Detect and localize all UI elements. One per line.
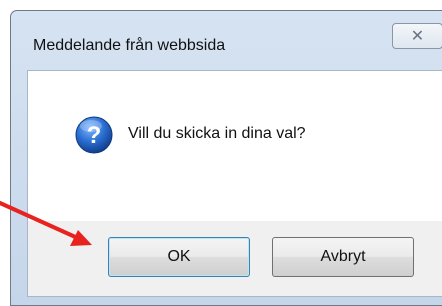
dialog-title: Meddelande från webbsida (33, 37, 226, 54)
cancel-button[interactable]: Avbryt (272, 237, 414, 277)
message-dialog: Meddelande från webbsida ✕ ? Vill du ski… (10, 10, 442, 306)
svg-text:?: ? (87, 122, 102, 149)
cancel-button-label: Avbryt (320, 248, 366, 265)
ok-button-label: OK (167, 248, 191, 265)
close-button[interactable]: ✕ (392, 23, 442, 49)
screenshot-stage: Meddelande från webbsida ✕ ? Vill du ski… (0, 0, 442, 306)
dialog-message: Vill du skicka in dina val? (128, 125, 306, 142)
message-panel: ? Vill du skicka in dina val? (28, 71, 442, 221)
close-icon: ✕ (410, 28, 425, 45)
dialog-content: ? Vill du skicka in dina val? OK Avbryt (27, 70, 442, 297)
dialog-titlebar[interactable]: Meddelande från webbsida ✕ (11, 11, 442, 70)
question-icon: ? (75, 116, 113, 154)
ok-button[interactable]: OK (108, 237, 250, 277)
